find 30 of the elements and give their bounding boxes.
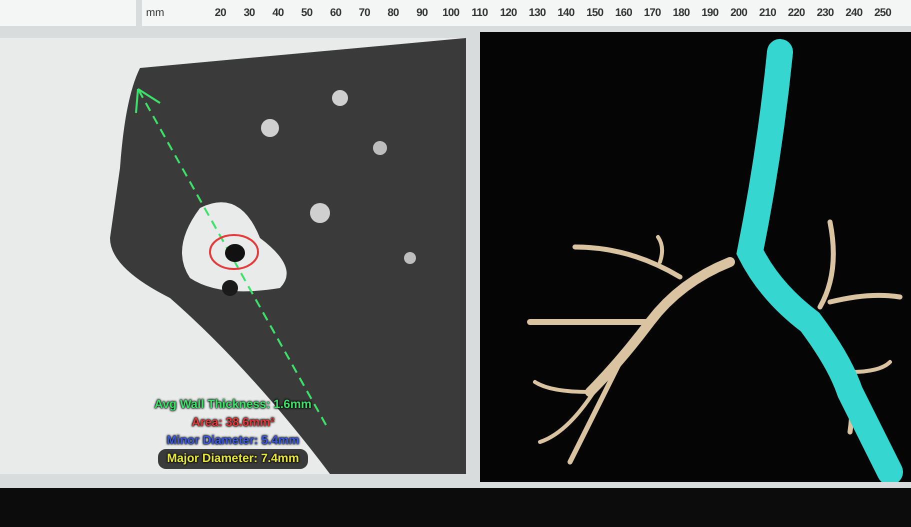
ruler-label: 200 <box>729 6 748 21</box>
ruler-label: 150 <box>585 6 604 21</box>
ruler-label: 220 <box>786 6 806 21</box>
measurement-label: Major Diameter: 7.4mm <box>166 450 300 466</box>
measurement-label: Minor Diameter: 5.4mm <box>166 432 300 448</box>
ruler-label: 230 <box>816 6 835 21</box>
ruler-label: 120 <box>498 6 518 21</box>
ruler-label: 130 <box>528 6 547 21</box>
ruler-label: 180 <box>672 6 691 21</box>
measurement-label: Area: 38.6mm² <box>192 414 274 430</box>
ruler-label: 20 <box>214 6 228 21</box>
ruler-label: 80 <box>386 6 400 21</box>
ruler-label: 60 <box>328 6 342 21</box>
airway-contour <box>208 233 260 271</box>
ruler-label: 140 <box>556 6 576 21</box>
ruler-label: 110 <box>470 6 489 21</box>
ruler-label: 50 <box>300 6 314 21</box>
ruler-label: 30 <box>242 6 256 21</box>
ruler-unit: mm <box>146 6 166 21</box>
ruler-label: 100 <box>441 6 460 21</box>
ruler-label: 90 <box>415 6 429 21</box>
ruler-label: 40 <box>271 6 285 21</box>
ruler-label: 160 <box>614 6 633 21</box>
ruler-label: 190 <box>700 6 720 21</box>
ruler-label: 210 <box>758 6 777 21</box>
ruler-label: 70 <box>358 6 371 21</box>
ruler-label: 250 <box>873 6 892 21</box>
measurement-label: Avg Wall Thickness: 1.6mm <box>154 396 312 412</box>
ruler-label: 170 <box>642 6 662 21</box>
ruler-label: 240 <box>844 6 864 21</box>
